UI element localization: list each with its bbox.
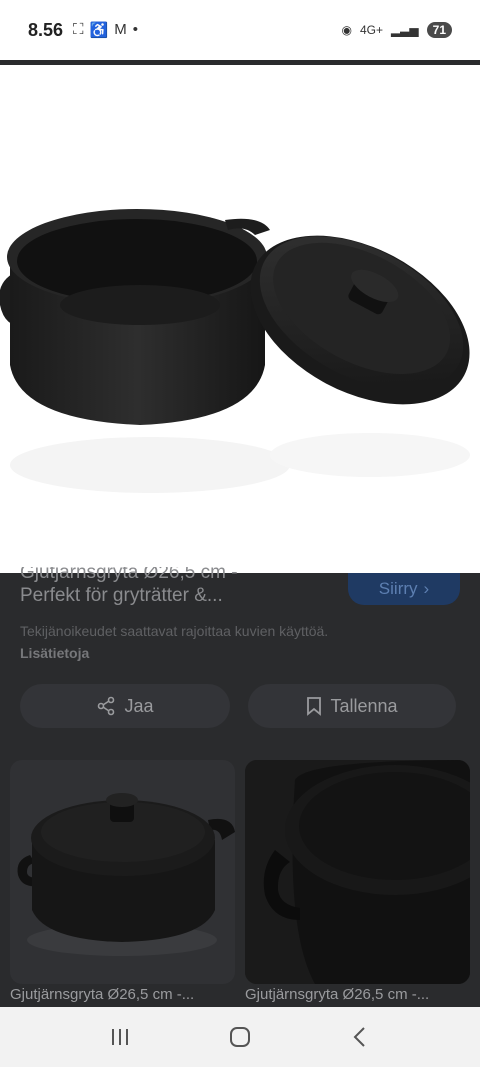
status-time: 8.56	[28, 19, 64, 40]
result-title-line2: Perfekt för gryträtter &...	[20, 585, 223, 606]
related-image-1[interactable]	[10, 760, 235, 984]
result-title-line1: Gjutjärnsgryta Ø26,5 cm -	[20, 567, 238, 583]
recent-apps-icon	[112, 1029, 128, 1045]
save-label: Tallenna	[330, 695, 398, 716]
screenshot-icon: ⛶	[73, 21, 84, 38]
home-icon	[230, 1027, 250, 1047]
more-info-link[interactable]: Lisätietoja	[20, 645, 89, 661]
home-button[interactable]	[220, 1017, 260, 1057]
accessibility-icon: ♿	[89, 22, 109, 39]
share-icon	[98, 696, 115, 716]
hotspot-icon: ◉	[341, 23, 352, 37]
share-label: Jaa	[124, 695, 154, 716]
cast-iron-pot-image	[0, 209, 470, 493]
back-icon	[353, 1027, 365, 1047]
copyright-notice: Tekijänoikeudet saattavat rajoittaa kuvi…	[20, 620, 340, 664]
screen: 8.56 ⛶ ♿ M • ◉ 4G+ ▂▃▅ 71 Gjutjärnsgryta…	[0, 0, 480, 1067]
notification-icons: ⛶ ♿ M •	[73, 21, 138, 39]
visit-label: Siirry	[378, 579, 418, 598]
related-caption-1[interactable]: Gjutjärnsgryta Ø26,5 cm -...	[10, 986, 235, 1003]
result-title[interactable]: Gjutjärnsgryta Ø26,5 cm - Perfekt för gr…	[20, 567, 320, 609]
signal-icon: ▂▃▅	[390, 23, 419, 37]
pot-thumbnail-icon	[17, 793, 235, 956]
back-button[interactable]	[340, 1017, 380, 1057]
dot-icon: •	[132, 21, 139, 38]
recent-apps-button[interactable]	[100, 1017, 140, 1057]
related-image-2[interactable]	[245, 760, 470, 984]
pot-closeup-thumbnail-icon	[245, 760, 470, 984]
share-button[interactable]: Jaa	[20, 684, 230, 728]
status-right: ◉ 4G+ ▂▃▅ 71	[341, 22, 452, 38]
battery-indicator: 71	[426, 22, 452, 38]
visit-button[interactable]: Siirry ›	[348, 573, 460, 605]
result-details: Gjutjärnsgryta Ø26,5 cm - Perfekt för gr…	[0, 567, 480, 1007]
related-caption-2[interactable]: Gjutjärnsgryta Ø26,5 cm -...	[245, 986, 470, 1003]
copyright-text: Tekijänoikeudet saattavat rajoittaa kuvi…	[20, 623, 329, 639]
preview-image[interactable]	[0, 65, 480, 573]
gmail-icon: M	[114, 21, 127, 38]
network-type: 4G+	[359, 23, 383, 37]
status-bar: 8.56 ⛶ ♿ M • ◉ 4G+ ▂▃▅ 71	[0, 0, 480, 60]
bookmark-icon	[307, 697, 322, 716]
system-nav-bar	[0, 1007, 480, 1067]
save-button[interactable]: Tallenna	[248, 684, 456, 728]
chevron-right-icon: ›	[423, 579, 430, 598]
